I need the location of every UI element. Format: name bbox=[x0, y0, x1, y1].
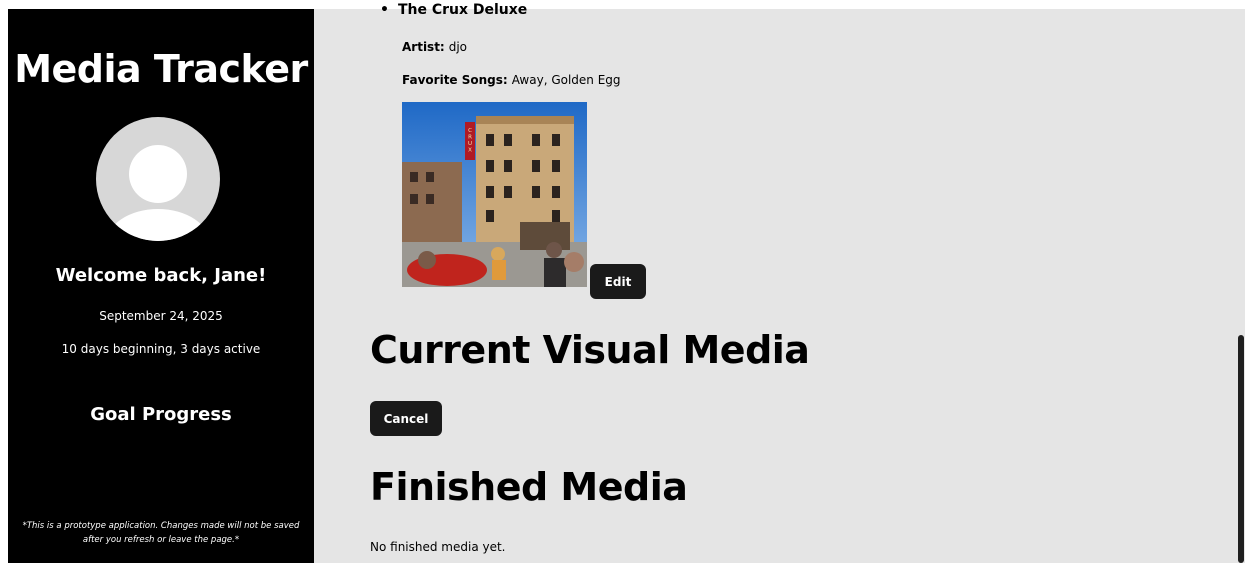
album-cover-art: CRUX bbox=[402, 102, 587, 287]
sidebar: Media Tracker Welcome back, Jane! Septem… bbox=[8, 9, 314, 563]
app-frame: Media Tracker Welcome back, Jane! Septem… bbox=[8, 2, 1257, 563]
avatar bbox=[96, 117, 220, 241]
activity-streak: 10 days beginning, 3 days active bbox=[61, 342, 261, 356]
artist-value: djo bbox=[448, 40, 468, 54]
avatar-body-shape bbox=[106, 209, 210, 241]
favorite-songs: Favorite Songs: Away, Golden Egg bbox=[402, 73, 621, 87]
current-date: September 24, 2025 bbox=[99, 309, 223, 323]
app-title: Media Tracker bbox=[14, 47, 308, 91]
artist-label: Artist: bbox=[402, 40, 445, 54]
favorite-songs-value: Away, Golden Egg bbox=[511, 73, 621, 87]
finished-media-heading: Finished Media bbox=[370, 465, 688, 509]
main-content: The Crux Deluxe Artist:djo Favorite Song… bbox=[314, 2, 1245, 563]
album-title: The Crux Deluxe bbox=[380, 2, 527, 18]
cover-sign-text: CRUX bbox=[468, 128, 472, 154]
avatar-head-shape bbox=[129, 145, 187, 203]
current-visual-media-heading: Current Visual Media bbox=[370, 328, 810, 372]
scrollbar-thumb[interactable] bbox=[1238, 335, 1244, 563]
cancel-button[interactable]: Cancel bbox=[370, 401, 442, 436]
goal-progress-heading: Goal Progress bbox=[90, 404, 232, 425]
album-artist: Artist: djo bbox=[402, 40, 467, 54]
album-cover-image: CRUX bbox=[402, 102, 587, 287]
edit-button[interactable]: Edit bbox=[590, 264, 646, 299]
favorite-songs-label: Favorite Songs: bbox=[402, 73, 508, 87]
prototype-disclaimer: *This is a prototype application. Change… bbox=[22, 521, 300, 545]
finished-media-empty-message: No finished media yet. bbox=[370, 540, 506, 554]
welcome-message: Welcome back, Jane! bbox=[55, 265, 267, 286]
